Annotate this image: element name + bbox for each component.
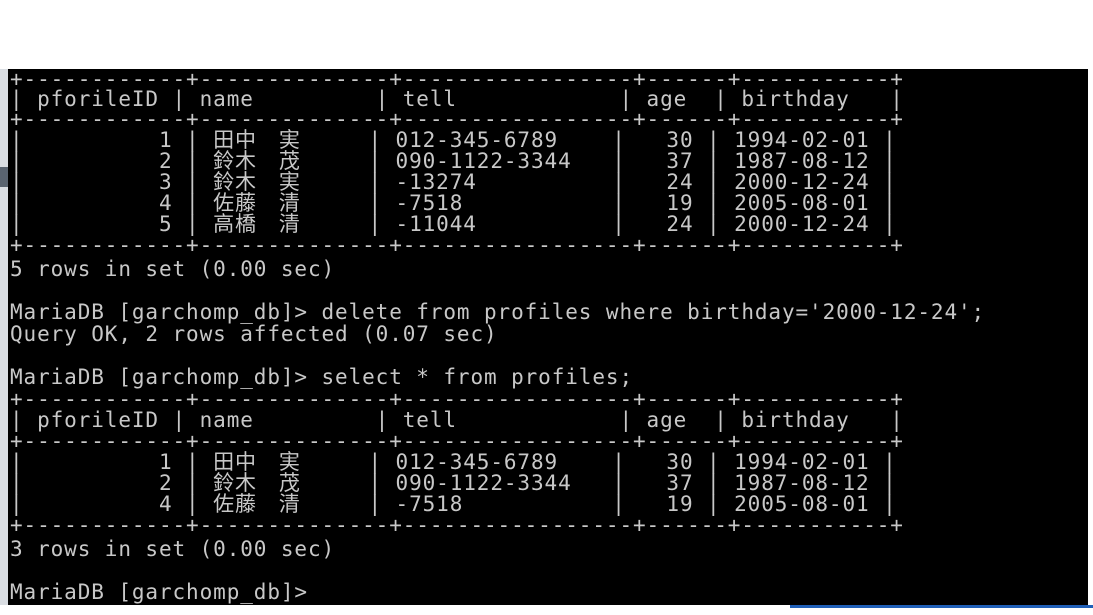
terminal-line: +------------+--------------+-----------… [10,107,904,131]
terminal-window[interactable]: +------------+--------------+-----------… [8,69,1088,605]
terminal-line: | 1 | 田中 実 | 012-345-6789 | 30 | 1994-02… [10,128,897,152]
terminal-line: +------------+--------------+-----------… [10,233,904,257]
terminal-line: | 5 | 高橋 清 | -11044 | 24 | 2000-12-24 | [10,212,897,236]
terminal-line: | 2 | 鈴木 茂 | 090-1122-3344 | 37 | 1987-0… [10,149,897,173]
terminal-line: | 1 | 田中 実 | 012-345-6789 | 30 | 1994-02… [10,450,897,474]
terminal-line: MariaDB [garchomp_db]> delete from profi… [10,300,986,324]
terminal-line: | 2 | 鈴木 茂 | 090-1122-3344 | 37 | 1987-0… [10,471,897,495]
window-bottom-edge [0,605,1093,615]
screen: +------------+--------------+-----------… [0,0,1093,615]
terminal-line: +------------+--------------+-----------… [10,513,904,537]
taskbar-accent [790,605,1093,608]
terminal-prompt[interactable]: MariaDB [garchomp_db]> [10,582,308,603]
terminal-line: +------------+--------------+-----------… [10,387,904,411]
terminal-line: 3 rows in set (0.00 sec) [10,537,336,561]
terminal-line: | 4 | 佐藤 清 | -7518 | 19 | 2005-08-01 | [10,492,897,516]
terminal-line: Query OK, 2 rows affected (0.07 sec) [10,322,498,346]
terminal-scrollbar[interactable] [1088,69,1093,605]
terminal-line: MariaDB [garchomp_db]> select * from pro… [10,365,633,389]
terminal-line: | pforileID | name | tell | age | birthd… [10,408,904,432]
terminal-line: | 3 | 鈴木 実 | -13274 | 24 | 2000-12-24 | [10,170,897,194]
terminal-line: | 4 | 佐藤 清 | -7518 | 19 | 2005-08-01 | [10,191,897,215]
terminal-line: +------------+--------------+-----------… [10,429,904,453]
window-edge-chip [0,167,8,187]
terminal-line: 5 rows in set (0.00 sec) [10,257,336,281]
